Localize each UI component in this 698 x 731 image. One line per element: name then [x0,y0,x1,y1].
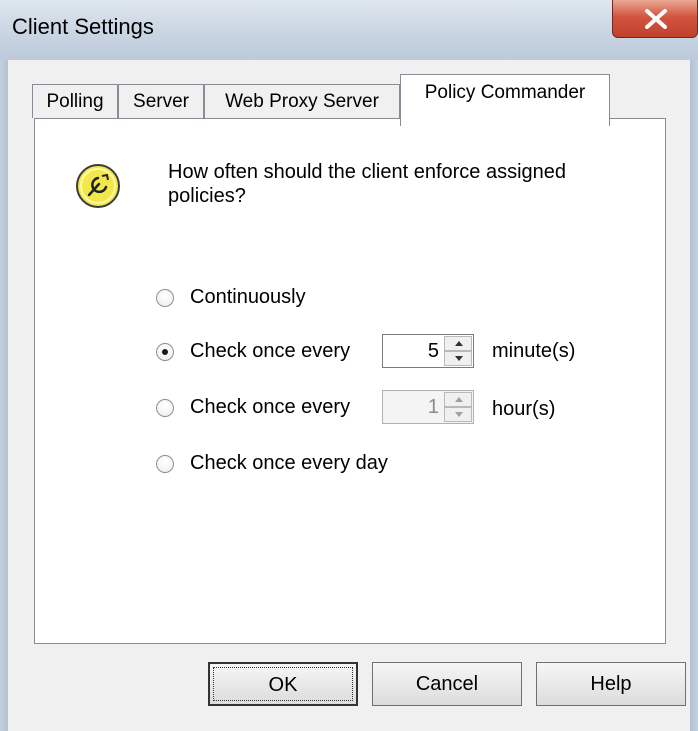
tab-server[interactable]: Server [118,84,204,118]
hours-value: 1 [427,396,439,418]
option-label: Check once every [190,396,351,418]
minutes-stepper[interactable]: 5 [382,334,474,368]
window-title: Client Settings [12,14,154,39]
decrement-arrow-icon[interactable] [444,407,472,422]
tab-policy-commander[interactable]: Policy Commander [400,74,610,126]
cancel-button[interactable]: Cancel [372,662,522,706]
stepper-arrows [444,392,472,422]
enforce-question: How often should the client enforce assi… [168,161,567,207]
hours-unit: hour(s) [492,398,556,420]
minutes-unit: minute(s) [492,340,576,362]
window-frame-left [0,60,8,731]
title-bar: Client Settings [0,0,698,60]
option-label: Check once every [190,340,351,362]
ok-button[interactable]: OK [208,662,358,706]
hours-stepper[interactable]: 1 [382,390,474,424]
increment-arrow-icon[interactable] [444,392,472,407]
radio-minutes[interactable] [156,343,174,361]
tab-polling[interactable]: Polling [32,84,118,118]
increment-arrow-icon[interactable] [444,336,472,351]
stepper-arrows [444,336,472,366]
close-icon [645,9,667,29]
policy-wrench-icon [76,164,120,208]
help-button[interactable]: Help [536,662,686,706]
option-label: Check once every day [190,452,388,474]
close-button[interactable] [612,0,698,38]
radio-hours[interactable] [156,399,174,417]
radio-continuously[interactable] [156,289,174,307]
tab-web-proxy-server[interactable]: Web Proxy Server [204,84,400,118]
decrement-arrow-icon[interactable] [444,351,472,366]
window-frame-right [690,60,698,731]
minutes-value: 5 [427,340,439,362]
option-label: Continuously [190,286,306,308]
radio-daily[interactable] [156,455,174,473]
